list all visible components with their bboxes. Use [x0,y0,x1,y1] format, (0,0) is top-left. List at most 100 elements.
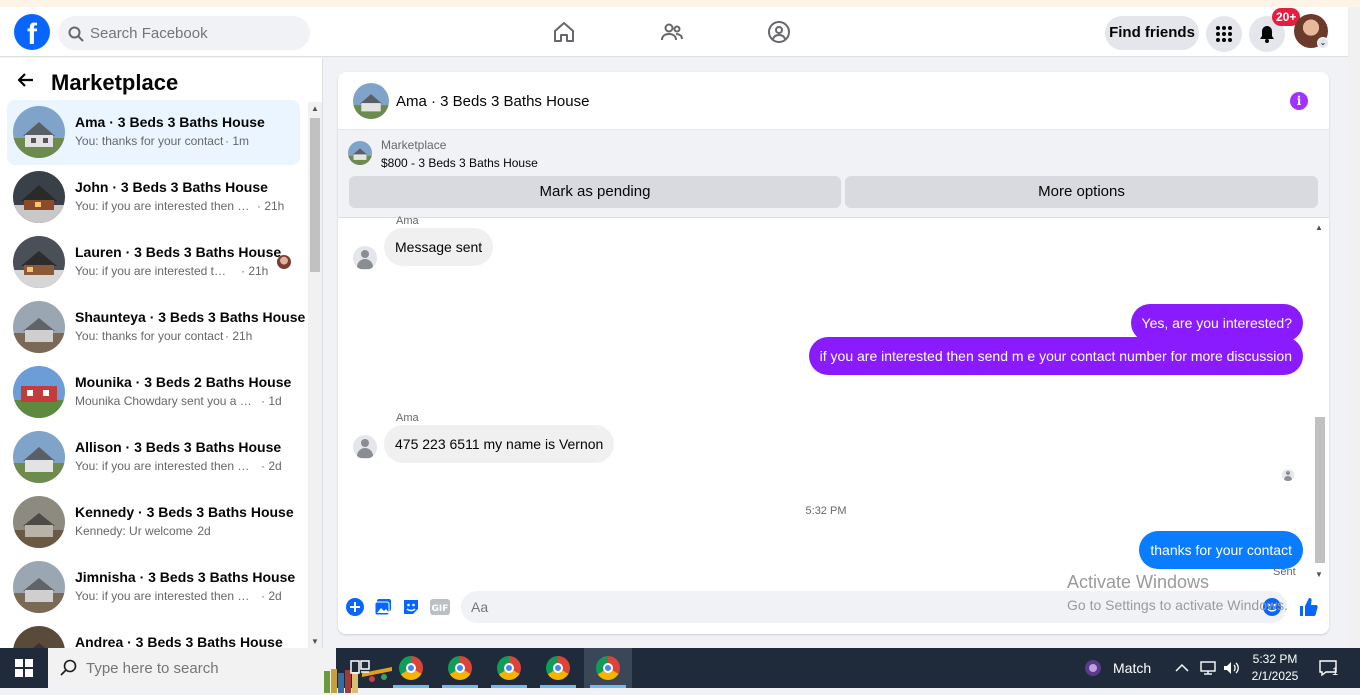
chat-header: Ama · 3 Beds 3 Baths House i [338,72,1329,130]
house-thumbnail [13,366,65,418]
conversation-snippet: You: if you are interested then sen... [75,589,255,603]
conversation-time: · 21h [257,199,285,213]
groups-icon[interactable] [757,16,801,48]
sticker-icon[interactable] [401,597,421,617]
message-timestamp: 5:32 PM [805,505,847,517]
photo-icon[interactable] [373,597,393,617]
sender-avatar[interactable] [353,435,377,459]
message-input-field[interactable] [461,591,1287,623]
conversation-item-allison[interactable]: Allison · 3 Beds 3 Baths House You: if y… [7,425,300,490]
volume-icon[interactable] [1222,648,1240,688]
network-icon[interactable] [1199,648,1217,688]
conversation-name: Andrea · 3 Beds 3 Baths House [75,634,283,648]
conversation-item-andrea[interactable]: Andrea · 3 Beds 3 Baths House [7,620,300,648]
conversation-item-jimnisha[interactable]: Jimnisha · 3 Beds 3 Baths House You: if … [7,555,300,620]
chat-scrollbar[interactable]: ▲ ▼ [1312,221,1327,581]
sent-status: Sent [1273,566,1296,578]
add-plus-icon[interactable] [345,597,365,617]
listing-thumbnail[interactable] [348,141,372,165]
clock-time: 5:32 PM [1252,652,1298,666]
house-thumbnail [13,171,65,223]
conversation-snippet: You: thanks for your contact [75,329,224,343]
scroll-thumb[interactable] [310,118,320,272]
search-input[interactable] [90,16,300,50]
conversation-item-mounika[interactable]: Mounika · 3 Beds 2 Baths House Mounika C… [7,360,300,425]
search-icon [68,26,84,42]
listing-price-title[interactable]: $800 - 3 Beds 3 Baths House [381,156,538,170]
conversation-list: Ama · 3 Beds 3 Baths House You: thanks f… [0,100,308,648]
taskbar-clock[interactable]: 5:32 PM 2/1/2025 [1246,651,1304,685]
account-chevron-icon[interactable]: ⌄ [1317,37,1329,49]
show-hidden-icons-icon[interactable] [1175,648,1189,688]
chrome-taskbar-icon[interactable] [436,648,484,688]
chat-house-thumbnail[interactable] [353,83,389,119]
scroll-thumb[interactable] [1315,417,1325,563]
conversation-item-shaunteya[interactable]: Shaunteya · 3 Beds 3 Baths House You: th… [7,295,305,360]
conversation-item-ama[interactable]: Ama · 3 Beds 3 Baths House You: thanks f… [7,100,300,165]
svg-text:GIF: GIF [432,604,449,614]
home-icon[interactable] [542,16,586,48]
action-center-icon[interactable]: 1 [1318,648,1344,688]
gif-icon[interactable]: GIF [430,597,450,617]
search-box[interactable] [58,16,310,50]
match-widget-label[interactable]: Match [1113,660,1151,676]
conversation-name: Lauren · 3 Beds 3 Baths House [75,244,282,260]
chat-title[interactable]: Ama · 3 Beds 3 Baths House [396,93,589,110]
notification-count: 1 [1332,666,1339,678]
conversation-name: Shaunteya · 3 Beds 3 Baths House [75,309,306,325]
conversation-snippet: You: if you are interested then se... [75,199,255,213]
scroll-up-icon[interactable]: ▲ [1315,223,1323,232]
clock-date: 2/1/2025 [1251,669,1299,683]
more-options-button[interactable]: More options [845,176,1318,208]
conversation-item-john[interactable]: John · 3 Beds 3 Baths House You: if you … [7,165,300,230]
chrome-taskbar-icon[interactable] [534,648,582,688]
taskbar-search[interactable] [48,648,392,693]
browser-top-strip [0,0,1360,7]
chrome-taskbar-icon-active[interactable] [584,648,632,688]
conversation-item-lauren[interactable]: Lauren · 3 Beds 3 Baths House You: if yo… [7,230,300,295]
conversation-item-kennedy[interactable]: Kennedy · 3 Beds 3 Baths House Kennedy: … [7,490,300,555]
chrome-taskbar-icon[interactable] [485,648,533,688]
emoji-icon[interactable] [1262,597,1282,617]
scroll-down-icon[interactable]: ▼ [311,637,319,646]
match-widget-icon[interactable] [1083,648,1103,688]
conversation-time: · 2d [190,524,211,538]
menu-grid-icon[interactable] [1206,16,1242,52]
chrome-taskbar-icon[interactable] [387,648,435,688]
sidebar-scrollbar[interactable]: ▲ ▼ [308,102,322,648]
find-friends-button[interactable]: Find friends [1105,16,1199,50]
task-view-icon[interactable] [336,648,384,688]
read-receipt-icon [1282,469,1294,481]
message-sender: Ama [396,215,419,227]
conversation-time: · 21h [241,264,269,278]
sidebar-title: Marketplace [51,70,179,95]
thumbs-up-icon[interactable] [1298,597,1318,617]
conversation-time: · 2d [261,589,282,603]
message-bubble-out: if you are interested then send m e your… [808,337,1303,375]
marketplace-label: Marketplace [381,138,447,152]
message-bubble-in: Message sent [384,228,494,266]
facebook-logo[interactable]: f [14,14,50,50]
house-thumbnail [13,496,65,548]
scroll-down-icon[interactable]: ▼ [1315,570,1323,579]
friends-icon[interactable] [650,16,694,48]
conversation-name: Allison · 3 Beds 3 Baths House [75,439,282,455]
conversation-name: John · 3 Beds 3 Baths House [75,179,268,195]
conversation-snippet: You: if you are interested then sen... [75,459,255,473]
windows-start-icon[interactable] [0,648,48,688]
message-input[interactable] [471,591,1171,623]
scroll-up-icon[interactable]: ▲ [311,104,319,113]
sender-avatar[interactable] [353,246,377,270]
taskbar-search-input[interactable] [86,648,256,688]
back-arrow-icon[interactable] [17,72,34,92]
conversation-time: · 1m [225,134,249,148]
page-scrollbar[interactable] [1348,7,1360,648]
sidebar-header: Marketplace [0,58,322,102]
house-thumbnail [13,431,65,483]
conversation-name: Kennedy · 3 Beds 3 Baths House [75,504,294,520]
house-thumbnail [13,561,65,613]
mark-as-pending-button[interactable]: Mark as pending [349,176,841,208]
message-sender: Ama [396,412,419,424]
info-icon[interactable]: i [1290,92,1308,110]
conversation-time: · 1d [261,394,282,408]
